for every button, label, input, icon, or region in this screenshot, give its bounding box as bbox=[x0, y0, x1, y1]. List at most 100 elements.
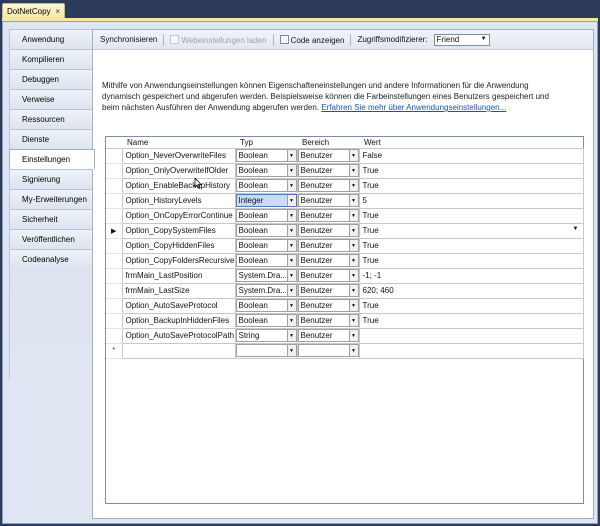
setting-scope-dropdown[interactable]: Benutzer ▼ bbox=[298, 299, 358, 312]
setting-scope-dropdown[interactable]: Benutzer ▼ bbox=[298, 209, 358, 222]
chevron-down-icon[interactable]: ▼ bbox=[348, 255, 358, 266]
row-selector[interactable] bbox=[106, 207, 123, 224]
close-icon[interactable]: × bbox=[55, 7, 60, 16]
setting-name-cell[interactable]: Option_OnlyOverwriteIfOlder bbox=[121, 162, 236, 179]
setting-name-cell[interactable]: Option_EnableBackupHistory bbox=[121, 177, 236, 194]
setting-value-cell[interactable]: True bbox=[358, 207, 584, 224]
setting-scope-dropdown[interactable]: Benutzer ▼ bbox=[298, 194, 358, 207]
setting-scope-cell[interactable]: Benutzer ▼ bbox=[296, 222, 360, 239]
row-selector[interactable] bbox=[106, 297, 123, 314]
chevron-down-icon[interactable]: ▼ bbox=[286, 300, 296, 311]
setting-name-cell[interactable]: frmMain_LastSize bbox=[121, 282, 236, 299]
setting-type-dropdown[interactable]: String ▼ bbox=[236, 329, 296, 342]
chevron-down-icon[interactable]: ▼ bbox=[286, 195, 296, 206]
chevron-down-icon[interactable]: ▼ bbox=[348, 195, 358, 206]
setting-name-cell[interactable]: frmMain_LastPosition bbox=[121, 267, 236, 284]
sidebar-item-dienste[interactable]: Dienste bbox=[9, 129, 93, 149]
setting-value-cell[interactable]: True bbox=[358, 177, 584, 194]
chevron-down-icon[interactable]: ▼ bbox=[348, 225, 358, 236]
sidebar-item-sicherheit[interactable]: Sicherheit bbox=[9, 209, 93, 229]
sidebar-item-kompilieren[interactable]: Kompilieren bbox=[9, 49, 93, 69]
setting-type-dropdown[interactable]: Boolean ▼ bbox=[236, 164, 296, 177]
row-selector[interactable] bbox=[106, 162, 123, 179]
chevron-down-icon[interactable]: ▼ bbox=[348, 345, 358, 356]
setting-value-cell[interactable]: -1; -1 bbox=[358, 267, 584, 284]
new-row[interactable]: * ▼ ▼ bbox=[106, 342, 584, 359]
setting-scope-cell[interactable]: Benutzer ▼ bbox=[296, 162, 360, 179]
chevron-down-icon[interactable]: ▼ bbox=[286, 285, 296, 296]
setting-type-cell[interactable]: Boolean ▼ bbox=[234, 312, 298, 329]
setting-scope-cell[interactable]: Benutzer ▼ bbox=[296, 147, 360, 164]
load-web-settings-button[interactable]: Webeinstellungen laden bbox=[167, 34, 269, 45]
learn-more-link[interactable]: Erfahren Sie mehr über Anwendungseinstel… bbox=[321, 103, 506, 112]
setting-type-cell[interactable]: System.Dra... ▼ bbox=[234, 282, 298, 299]
chevron-down-icon[interactable]: ▼ bbox=[348, 210, 358, 221]
setting-value-cell[interactable]: False bbox=[358, 147, 584, 164]
chevron-down-icon[interactable]: ▼ bbox=[348, 315, 358, 326]
column-header-type[interactable]: Typ bbox=[235, 137, 297, 149]
setting-type-dropdown[interactable]: Boolean ▼ bbox=[236, 314, 296, 327]
setting-value-cell[interactable]: True bbox=[358, 312, 584, 329]
sidebar-item-verweise[interactable]: Verweise bbox=[9, 89, 93, 109]
table-row[interactable]: frmMain_LastPosition System.Dra... ▼ Benutz… bbox=[106, 267, 584, 284]
document-tab[interactable]: DotNetCopy × bbox=[2, 3, 65, 18]
row-selector[interactable] bbox=[106, 282, 123, 299]
setting-scope-cell[interactable]: Benutzer ▼ bbox=[296, 267, 360, 284]
setting-type-cell[interactable]: Boolean ▼ bbox=[234, 297, 298, 314]
new-setting-scope-dropdown[interactable]: ▼ bbox=[298, 344, 358, 357]
chevron-down-icon[interactable]: ▼ bbox=[348, 180, 358, 191]
sidebar-item-codeanalyse[interactable]: Codeanalyse bbox=[9, 249, 93, 269]
chevron-down-icon[interactable]: ▼ bbox=[348, 285, 358, 296]
setting-scope-dropdown[interactable]: Benutzer ▼ bbox=[298, 179, 358, 192]
setting-type-cell[interactable]: Boolean ▼ bbox=[234, 147, 298, 164]
setting-value-cell[interactable]: True bbox=[358, 252, 584, 269]
setting-value-cell[interactable]: 620; 460 bbox=[358, 282, 584, 299]
row-selector[interactable] bbox=[106, 177, 123, 194]
row-selector[interactable] bbox=[106, 312, 123, 329]
new-setting-type-dropdown[interactable]: ▼ bbox=[236, 344, 296, 357]
chevron-down-icon[interactable]: ▼ bbox=[348, 165, 358, 176]
setting-value-cell[interactable]: 5 bbox=[358, 192, 584, 209]
setting-scope-dropdown[interactable]: Benutzer ▼ bbox=[298, 164, 358, 177]
table-row[interactable]: ▶ Option_CopySystemFiles Boolean ▼ Benutzer ▼… bbox=[106, 222, 584, 239]
row-selector[interactable] bbox=[106, 252, 123, 269]
setting-name-cell[interactable]: Option_AutoSaveProtocol bbox=[121, 297, 236, 314]
view-code-button[interactable]: Code anzeigen bbox=[277, 34, 348, 45]
row-selector[interactable] bbox=[106, 192, 123, 209]
setting-scope-dropdown[interactable]: Benutzer ▼ bbox=[298, 329, 358, 342]
table-row[interactable]: frmMain_LastSize System.Dra... ▼ Benutzer ▼ 6… bbox=[106, 282, 584, 299]
setting-type-cell[interactable]: Boolean ▼ bbox=[234, 162, 298, 179]
sidebar-item-signierung[interactable]: Signierung bbox=[9, 169, 93, 189]
setting-scope-dropdown[interactable]: Benutzer ▼ bbox=[298, 269, 358, 282]
setting-scope-cell[interactable]: Benutzer ▼ bbox=[296, 192, 360, 209]
setting-name-cell[interactable]: Option_HistoryLevels bbox=[121, 192, 236, 209]
table-row[interactable]: Option_OnlyOverwriteIfOlder Boolean ▼ Benut… bbox=[106, 162, 584, 179]
setting-scope-cell[interactable]: Benutzer ▼ bbox=[296, 207, 360, 224]
table-row[interactable]: Option_AutoSaveProtocolPath String ▼ Benutz… bbox=[106, 327, 584, 344]
table-row[interactable]: Option_BackupInHiddenFiles Boolean ▼ Benutz… bbox=[106, 312, 584, 329]
chevron-down-icon[interactable]: ▼ bbox=[348, 300, 358, 311]
table-row[interactable]: Option_HistoryLevels Integer ▼ Benutzer ▼ 5 bbox=[106, 192, 584, 209]
sidebar-item-debuggen[interactable]: Debuggen bbox=[9, 69, 93, 89]
chevron-down-icon[interactable]: ▼ bbox=[286, 345, 296, 356]
setting-name-cell[interactable]: Option_OnCopyErrorContinue bbox=[121, 207, 236, 224]
sidebar-item-my-erweiterungen[interactable]: My-Erweiterungen bbox=[9, 189, 93, 209]
setting-name-cell[interactable]: Option_AutoSaveProtocolPath bbox=[121, 327, 236, 344]
setting-type-dropdown[interactable]: System.Dra... ▼ bbox=[236, 284, 296, 297]
chevron-down-icon[interactable]: ▼ bbox=[348, 270, 358, 281]
setting-value-cell[interactable]: True bbox=[358, 297, 584, 314]
table-row[interactable]: Option_NeverOverwriteFiles Boolean ▼ Benutz… bbox=[106, 147, 584, 164]
setting-type-dropdown[interactable]: Boolean ▼ bbox=[236, 149, 296, 162]
table-row[interactable]: Option_AutoSaveProtocol Boolean ▼ Benutzer ▼… bbox=[106, 297, 584, 314]
new-setting-type-cell[interactable]: ▼ bbox=[234, 342, 298, 359]
setting-name-cell[interactable]: Option_BackupInHiddenFiles bbox=[121, 312, 236, 329]
row-selector[interactable] bbox=[106, 327, 123, 344]
table-row[interactable]: Option_OnCopyErrorContinue Boolean ▼ Benutz… bbox=[106, 207, 584, 224]
chevron-down-icon[interactable]: ▼ bbox=[286, 240, 296, 251]
setting-scope-dropdown[interactable]: Benutzer ▼ bbox=[298, 254, 358, 267]
chevron-down-icon[interactable]: ▼ bbox=[286, 150, 296, 161]
chevron-down-icon[interactable]: ▼ bbox=[286, 255, 296, 266]
setting-type-cell[interactable]: Boolean ▼ bbox=[234, 252, 298, 269]
setting-type-dropdown[interactable]: Integer ▼ bbox=[236, 194, 296, 207]
setting-type-dropdown[interactable]: Boolean ▼ bbox=[236, 254, 296, 267]
